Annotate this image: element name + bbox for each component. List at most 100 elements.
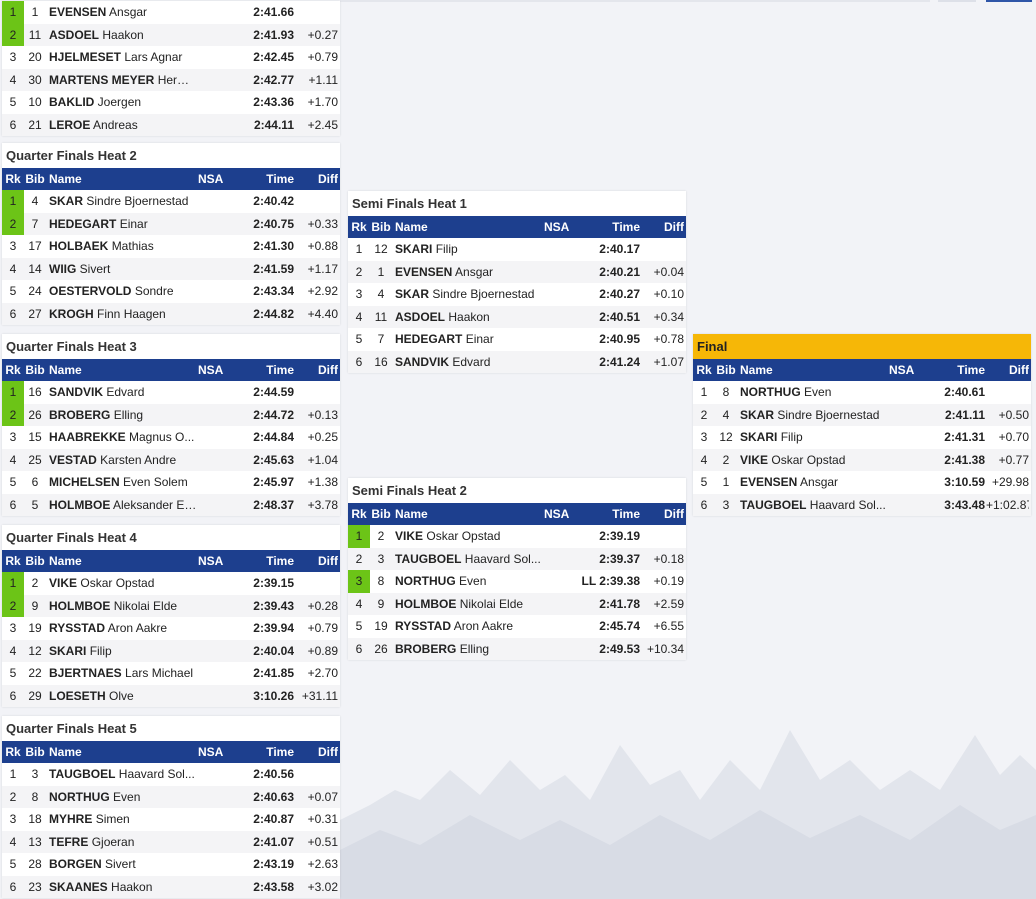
athlete-name[interactable]: BJERTNAES Lars Michael xyxy=(49,662,197,685)
table-row[interactable]: 2 3 TAUGBOEL Haavard Sol... 2:39.37 +0.18 xyxy=(348,547,686,571)
table-row[interactable]: 5 28 BORGEN Sivert 2:43.19 +2.63 xyxy=(2,853,340,876)
athlete-name[interactable]: TAUGBOEL Haavard Sol... xyxy=(49,763,197,786)
athlete-name[interactable]: VIKE Oskar Opstad xyxy=(395,525,543,548)
column-header-bib[interactable]: Bib xyxy=(370,503,392,525)
athlete-name[interactable]: HOLMBOE Nikolai Elde xyxy=(49,595,197,618)
column-header-diff[interactable]: Diff xyxy=(641,216,684,238)
athlete-name[interactable]: MARTENS MEYER Herman xyxy=(49,69,197,92)
column-header-name[interactable]: Name xyxy=(395,503,543,525)
athlete-name[interactable]: KROGH Finn Haagen xyxy=(49,303,197,326)
athlete-name[interactable]: OESTERVOLD Sondre xyxy=(49,280,197,303)
athlete-name[interactable]: TAUGBOEL Haavard Sol... xyxy=(395,548,543,571)
column-header-bib[interactable]: Bib xyxy=(370,216,392,238)
table-row[interactable]: 6 29 LOESETH Olve 3:10.26 +31.11 xyxy=(2,684,340,708)
athlete-name[interactable]: SKARI Filip xyxy=(49,640,197,663)
table-row[interactable]: 6 21 LEROE Andreas 2:44.11 +2.45 xyxy=(2,113,340,136)
athlete-name[interactable]: BAKLID Joergen xyxy=(49,91,197,114)
top-button[interactable] xyxy=(938,0,976,2)
table-row[interactable]: 4 11 ASDOEL Haakon 2:40.51 +0.34 xyxy=(348,305,686,328)
column-header-rk[interactable]: Rk xyxy=(2,359,24,381)
table-row[interactable]: 2 7 HEDEGART Einar 2:40.75 +0.33 xyxy=(2,212,340,236)
column-header-name[interactable]: Name xyxy=(395,216,543,238)
column-header-time[interactable]: Time xyxy=(230,168,294,190)
table-row[interactable]: 1 16 SANDVIK Edvard 2:44.59 xyxy=(2,381,340,404)
table-row[interactable]: 3 15 HAABREKKE Magnus O... 2:44.84 +0.25 xyxy=(2,426,340,449)
column-header-rk[interactable]: Rk xyxy=(693,359,715,381)
athlete-name[interactable]: NORTHUG Even xyxy=(49,786,197,809)
column-header-nsa[interactable]: NSA xyxy=(889,359,919,381)
top-button-primary[interactable] xyxy=(986,0,1032,2)
athlete-name[interactable]: TAUGBOEL Haavard Sol... xyxy=(740,494,888,517)
column-header-nsa[interactable]: NSA xyxy=(544,503,574,525)
athlete-name[interactable]: SKAR Sindre Bjoernestad xyxy=(740,404,888,427)
athlete-name[interactable]: VESTAD Karsten Andre xyxy=(49,449,197,472)
column-header-rk[interactable]: Rk xyxy=(2,550,24,572)
column-header-name[interactable]: Name xyxy=(49,168,197,190)
table-row[interactable]: 4 2 VIKE Oskar Opstad 2:41.38 +0.77 xyxy=(693,448,1031,472)
column-header-name[interactable]: Name xyxy=(740,359,888,381)
column-header-name[interactable]: Name xyxy=(49,359,197,381)
athlete-name[interactable]: HEDEGART Einar xyxy=(49,213,197,236)
column-header-bib[interactable]: Bib xyxy=(24,741,46,763)
table-row[interactable]: 3 12 SKARI Filip 2:41.31 +0.70 xyxy=(693,426,1031,449)
table-row[interactable]: 2 26 BROBERG Elling 2:44.72 +0.13 xyxy=(2,403,340,426)
table-row[interactable]: 3 4 SKAR Sindre Bjoernestad 2:40.27 +0.10 xyxy=(348,283,686,306)
table-row[interactable]: 4 13 TEFRE Gjoeran 2:41.07 +0.51 xyxy=(2,830,340,853)
table-row[interactable]: 6 26 BROBERG Elling 2:49.53 +10.34 xyxy=(348,637,686,661)
table-row[interactable]: 2 11 ASDOEL Haakon 2:41.93 +0.27 xyxy=(2,23,340,47)
athlete-name[interactable]: WIIG Sivert xyxy=(49,258,197,281)
table-row[interactable]: 5 1 EVENSEN Ansgar 3:10.59 +29.98 xyxy=(693,471,1031,494)
table-row[interactable]: 1 2 VIKE Oskar Opstad 2:39.19 xyxy=(348,525,686,548)
athlete-name[interactable]: HOLMBOE Nikolai Elde xyxy=(395,593,543,616)
athlete-name[interactable]: SKAR Sindre Bjoernestad xyxy=(395,283,543,306)
athlete-name[interactable]: LOESETH Olve xyxy=(49,685,197,708)
athlete-name[interactable]: SKAR Sindre Bjoernestad xyxy=(49,190,197,213)
athlete-name[interactable]: HAABREKKE Magnus O... xyxy=(49,426,197,449)
athlete-name[interactable]: SANDVIK Edvard xyxy=(49,381,197,404)
table-row[interactable]: 3 8 NORTHUG Even LL 2:39.38 +0.19 xyxy=(348,570,686,593)
athlete-name[interactable]: RYSSTAD Aron Aakre xyxy=(49,617,197,640)
table-row[interactable]: 6 23 SKAANES Haakon 2:43.58 +3.02 xyxy=(2,875,340,899)
athlete-name[interactable]: SKAANES Haakon xyxy=(49,876,197,899)
column-header-rk[interactable]: Rk xyxy=(348,216,370,238)
athlete-name[interactable]: EVENSEN Ansgar xyxy=(395,261,543,284)
athlete-name[interactable]: ASDOEL Haakon xyxy=(49,24,197,47)
athlete-name[interactable]: HJELMESET Lars Agnar xyxy=(49,46,197,69)
table-row[interactable]: 6 5 HOLMBOE Aleksander Elde 2:48.37 +3.78 xyxy=(2,493,340,517)
table-row[interactable]: 2 1 EVENSEN Ansgar 2:40.21 +0.04 xyxy=(348,260,686,284)
table-row[interactable]: 4 9 HOLMBOE Nikolai Elde 2:41.78 +2.59 xyxy=(348,592,686,616)
table-row[interactable]: 3 17 HOLBAEK Mathias 2:41.30 +0.88 xyxy=(2,235,340,258)
column-header-bib[interactable]: Bib xyxy=(715,359,737,381)
athlete-name[interactable]: EVENSEN Ansgar xyxy=(49,1,197,24)
table-row[interactable]: 1 2 VIKE Oskar Opstad 2:39.15 xyxy=(2,572,340,595)
column-header-diff[interactable]: Diff xyxy=(295,741,338,763)
column-header-time[interactable]: Time xyxy=(230,550,294,572)
athlete-name[interactable]: EVENSEN Ansgar xyxy=(740,471,888,494)
column-header-name[interactable]: Name xyxy=(49,741,197,763)
athlete-name[interactable]: SKARI Filip xyxy=(740,426,888,449)
table-row[interactable]: 2 8 NORTHUG Even 2:40.63 +0.07 xyxy=(2,785,340,809)
column-header-rk[interactable]: Rk xyxy=(2,741,24,763)
athlete-name[interactable]: VIKE Oskar Opstad xyxy=(740,449,888,472)
table-row[interactable]: 2 9 HOLMBOE Nikolai Elde 2:39.43 +0.28 xyxy=(2,594,340,618)
column-header-name[interactable]: Name xyxy=(49,550,197,572)
column-header-bib[interactable]: Bib xyxy=(24,168,46,190)
table-row[interactable]: 3 20 HJELMESET Lars Agnar 2:42.45 +0.79 xyxy=(2,46,340,69)
column-header-diff[interactable]: Diff xyxy=(295,550,338,572)
column-header-nsa[interactable]: NSA xyxy=(198,168,228,190)
table-row[interactable]: 6 27 KROGH Finn Haagen 2:44.82 +4.40 xyxy=(2,302,340,326)
column-header-rk[interactable]: Rk xyxy=(2,168,24,190)
athlete-name[interactable]: BROBERG Elling xyxy=(395,638,543,661)
column-header-diff[interactable]: Diff xyxy=(641,503,684,525)
athlete-name[interactable]: HOLMBOE Aleksander Elde xyxy=(49,494,197,517)
table-row[interactable]: 6 3 TAUGBOEL Haavard Sol... 3:43.48 +1:02.87 xyxy=(693,493,1031,517)
table-row[interactable]: 3 19 RYSSTAD Aron Aakre 2:39.94 +0.79 xyxy=(2,617,340,640)
athlete-name[interactable]: HEDEGART Einar xyxy=(395,328,543,351)
table-row[interactable]: 5 24 OESTERVOLD Sondre 2:43.34 +2.92 xyxy=(2,280,340,303)
table-row[interactable]: 5 19 RYSSTAD Aron Aakre 2:45.74 +6.55 xyxy=(348,615,686,638)
column-header-nsa[interactable]: NSA xyxy=(198,741,228,763)
table-row[interactable]: 2 4 SKAR Sindre Bjoernestad 2:41.11 +0.50 xyxy=(693,403,1031,427)
table-row[interactable]: 1 12 SKARI Filip 2:40.17 xyxy=(348,238,686,261)
table-row[interactable]: 3 18 MYHRE Simen 2:40.87 +0.31 xyxy=(2,808,340,831)
table-row[interactable]: 4 25 VESTAD Karsten Andre 2:45.63 +1.04 xyxy=(2,448,340,472)
